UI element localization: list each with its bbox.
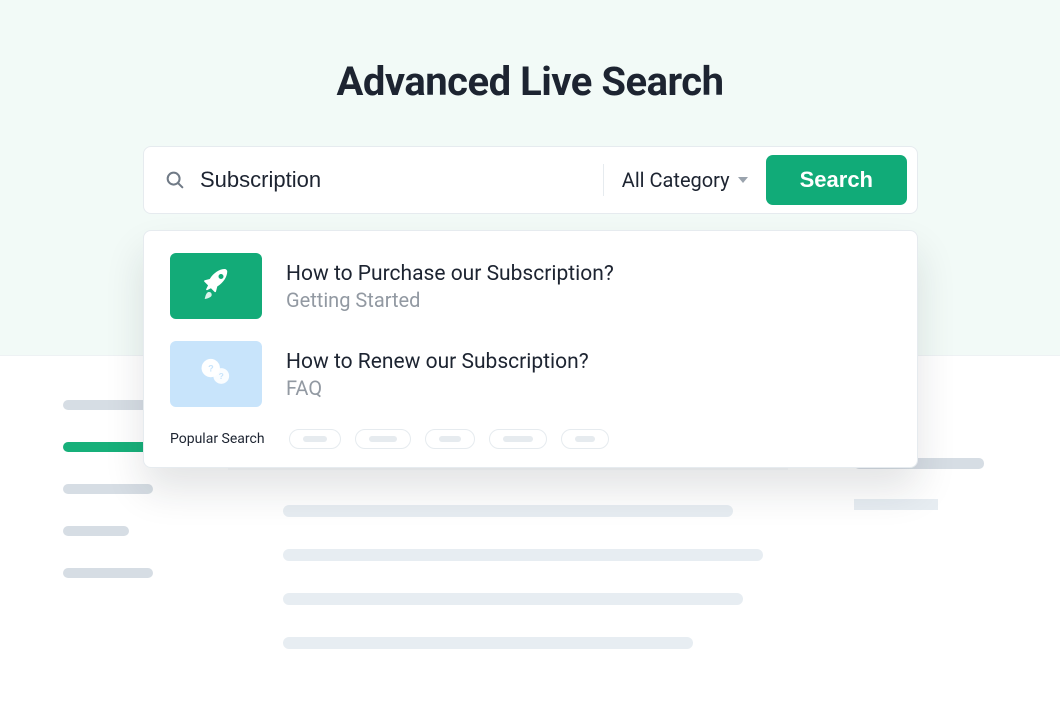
result-icon-container [170, 253, 262, 319]
category-dropdown[interactable]: All Category [622, 168, 748, 192]
popular-search-row: Popular Search [170, 429, 891, 449]
popular-search-pill[interactable] [355, 429, 411, 449]
svg-text:?: ? [208, 363, 214, 373]
result-text: How to Purchase our Subscription? Gettin… [286, 260, 614, 312]
result-title: How to Renew our Subscription? [286, 348, 589, 376]
result-subtitle: Getting Started [286, 288, 614, 312]
category-label: All Category [622, 168, 730, 192]
search-bar: All Category Search [143, 146, 918, 214]
popular-search-pill[interactable] [561, 429, 609, 449]
result-icon-container: ? ? [170, 341, 262, 407]
search-input[interactable] [200, 167, 585, 193]
search-result-item[interactable]: How to Purchase our Subscription? Gettin… [170, 253, 891, 319]
rocket-icon [196, 264, 236, 308]
right-skeleton [854, 458, 984, 540]
popular-search-pill[interactable] [489, 429, 547, 449]
search-result-item[interactable]: ? ? How to Renew our Subscription? FAQ [170, 341, 891, 407]
popular-search-pill[interactable] [289, 429, 341, 449]
search-icon [164, 169, 186, 191]
result-text: How to Renew our Subscription? FAQ [286, 348, 589, 400]
search-results-dropdown: How to Purchase our Subscription? Gettin… [143, 230, 918, 468]
faq-icon: ? ? [195, 351, 237, 397]
search-button[interactable]: Search [766, 155, 907, 205]
searchbar-divider [603, 164, 604, 196]
chevron-down-icon [738, 177, 748, 183]
svg-text:?: ? [219, 371, 224, 381]
popular-search-label: Popular Search [170, 431, 265, 447]
page-title: Advanced Live Search [0, 58, 1060, 105]
popular-search-pill[interactable] [425, 429, 475, 449]
result-subtitle: FAQ [286, 376, 589, 400]
result-title: How to Purchase our Subscription? [286, 260, 614, 288]
